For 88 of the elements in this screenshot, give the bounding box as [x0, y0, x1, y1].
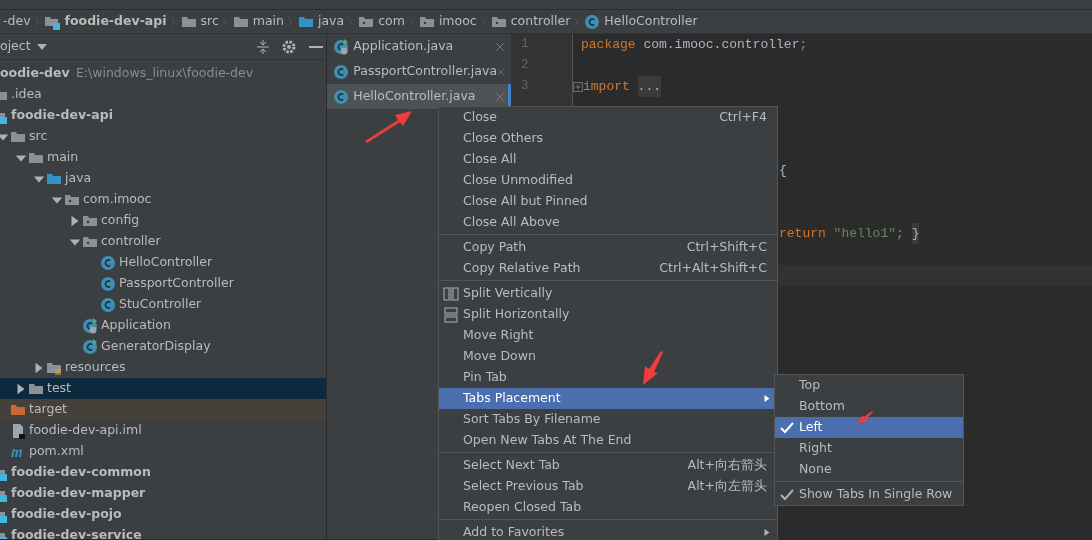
menu-item[interactable]: Close All: [439, 149, 777, 170]
menu-item[interactable]: Show Tabs In Single Row: [775, 484, 963, 505]
menu-item[interactable]: Sort Tabs By Filename: [439, 409, 777, 430]
tree-item[interactable]: resources: [0, 357, 326, 379]
menu-item[interactable]: Split Vertically: [439, 283, 777, 304]
menu-item[interactable]: Pin Tab: [439, 367, 777, 388]
tree-item[interactable]: GeneratorDisplay: [0, 336, 326, 358]
menu-item[interactable]: Add to Favorites: [439, 522, 777, 540]
annotation-arrow: [643, 351, 663, 385]
menu-item[interactable]: Split Horizontally: [439, 304, 777, 325]
tree-item[interactable]: foodie-dev-api: [0, 105, 326, 127]
breadcrumb-item[interactable]: main: [229, 10, 287, 33]
tree-item[interactable]: foodie-dev-common: [0, 462, 326, 484]
tree-item[interactable]: com.imooc: [0, 189, 326, 211]
code-line: import ...: [573, 76, 1092, 97]
annotation-arrow: [365, 111, 412, 143]
tree-item[interactable]: .idea: [0, 84, 326, 106]
menu-item[interactable]: Select Next Tab Alt+向右箭头: [439, 455, 777, 476]
tree-item[interactable]: config: [0, 210, 326, 232]
menu-item[interactable]: Tabs Placement: [439, 388, 777, 409]
panel-title[interactable]: oject: [0, 37, 31, 56]
class-icon: [100, 275, 116, 292]
breadcrumb-item[interactable]: -dev: [0, 10, 34, 33]
class-icon: [82, 317, 98, 334]
class-icon: [333, 63, 350, 80]
menu-item[interactable]: Close Unmodified: [439, 170, 777, 191]
split-vertical-icon: [443, 285, 459, 302]
annotation-arrow: [857, 411, 873, 424]
tree-item[interactable]: PassportController: [0, 273, 326, 295]
breadcrumb-item[interactable]: src: [177, 10, 222, 33]
tree-item[interactable]: src: [0, 126, 326, 148]
tree-item[interactable]: foodie-dev-service: [0, 525, 326, 539]
class-icon: [333, 88, 350, 105]
caret-icon[interactable]: [36, 43, 47, 50]
menu-item[interactable]: Move Down: [439, 346, 777, 367]
tree-item[interactable]: Application: [0, 315, 326, 337]
editor-tab[interactable]: HelloController.java: [327, 84, 511, 109]
menu-item[interactable]: Open New Tabs At The End: [439, 430, 777, 451]
fold-icon[interactable]: [573, 81, 583, 92]
breadcrumb-item[interactable]: controller: [487, 10, 574, 33]
menu-item[interactable]: Select Previous Tab Alt+向左箭头: [439, 476, 777, 497]
code-line: {: [778, 162, 788, 180]
tree-item[interactable]: java: [0, 168, 326, 190]
breadcrumb-item[interactable]: HelloController: [581, 10, 701, 33]
tree-item[interactable]: target: [0, 399, 326, 421]
collapse-all-icon[interactable]: [255, 39, 270, 54]
menu-item[interactable]: Bottom: [775, 396, 963, 417]
tree-item[interactable]: foodie-dev-pojo: [0, 504, 326, 526]
editor-tab[interactable]: Application.java: [327, 34, 511, 59]
menu-item[interactable]: Move Right: [439, 325, 777, 346]
tree-item[interactable]: test: [0, 378, 326, 400]
menu-item[interactable]: Copy Relative Path Ctrl+Alt+Shift+C: [439, 258, 777, 279]
menu-item[interactable]: Close Ctrl+F4: [439, 107, 777, 128]
breadcrumb-item[interactable]: imooc: [415, 10, 480, 33]
tree-item[interactable]: oodie-dev E:\windows_linux\foodie-dev: [0, 63, 326, 85]
menu-item[interactable]: Close All but Pinned: [439, 191, 777, 212]
file-icon: [10, 422, 26, 439]
editor-tab[interactable]: PassportController.java: [327, 59, 511, 84]
menu-item[interactable]: Top: [775, 375, 963, 396]
tree-item[interactable]: HelloController: [0, 252, 326, 274]
tree-item[interactable]: main: [0, 147, 326, 169]
class-icon: [82, 338, 98, 355]
class-icon: [584, 13, 601, 30]
submenu-arrow-icon: [763, 394, 771, 403]
tree-item[interactable]: StuController: [0, 294, 326, 316]
class-icon: [100, 296, 116, 313]
breadcrumb-item[interactable]: foodie-dev-api: [41, 10, 170, 33]
tree-item[interactable]: foodie-dev-api.iml: [0, 420, 326, 442]
menu-item[interactable]: Left: [775, 417, 963, 438]
tree-item[interactable]: foodie-dev-mapper: [0, 483, 326, 505]
menu-item[interactable]: Reopen Closed Tab: [439, 497, 777, 518]
breadcrumb-item[interactable]: com: [355, 10, 408, 33]
close-icon[interactable]: [494, 41, 505, 52]
class-icon: [100, 254, 116, 271]
menu-item[interactable]: Close Others: [439, 128, 777, 149]
tree-item[interactable]: controller: [0, 231, 326, 253]
menu-item[interactable]: Right: [775, 438, 963, 459]
split-horizontal-icon: [443, 306, 459, 323]
code-line: package com.imooc.controller;: [580, 36, 809, 54]
tree-item[interactable]: pom.xml: [0, 441, 326, 463]
minimize-icon[interactable]: [308, 44, 323, 49]
menu-item[interactable]: Close All Above: [439, 212, 777, 233]
breadcrumb-item[interactable]: java: [295, 10, 348, 33]
class-icon: [333, 38, 350, 55]
settings-icon[interactable]: [282, 39, 297, 54]
menu-item[interactable]: Copy Path Ctrl+Shift+C: [439, 237, 777, 258]
menu-item[interactable]: None: [775, 459, 963, 480]
submenu-arrow-icon: [763, 528, 771, 537]
